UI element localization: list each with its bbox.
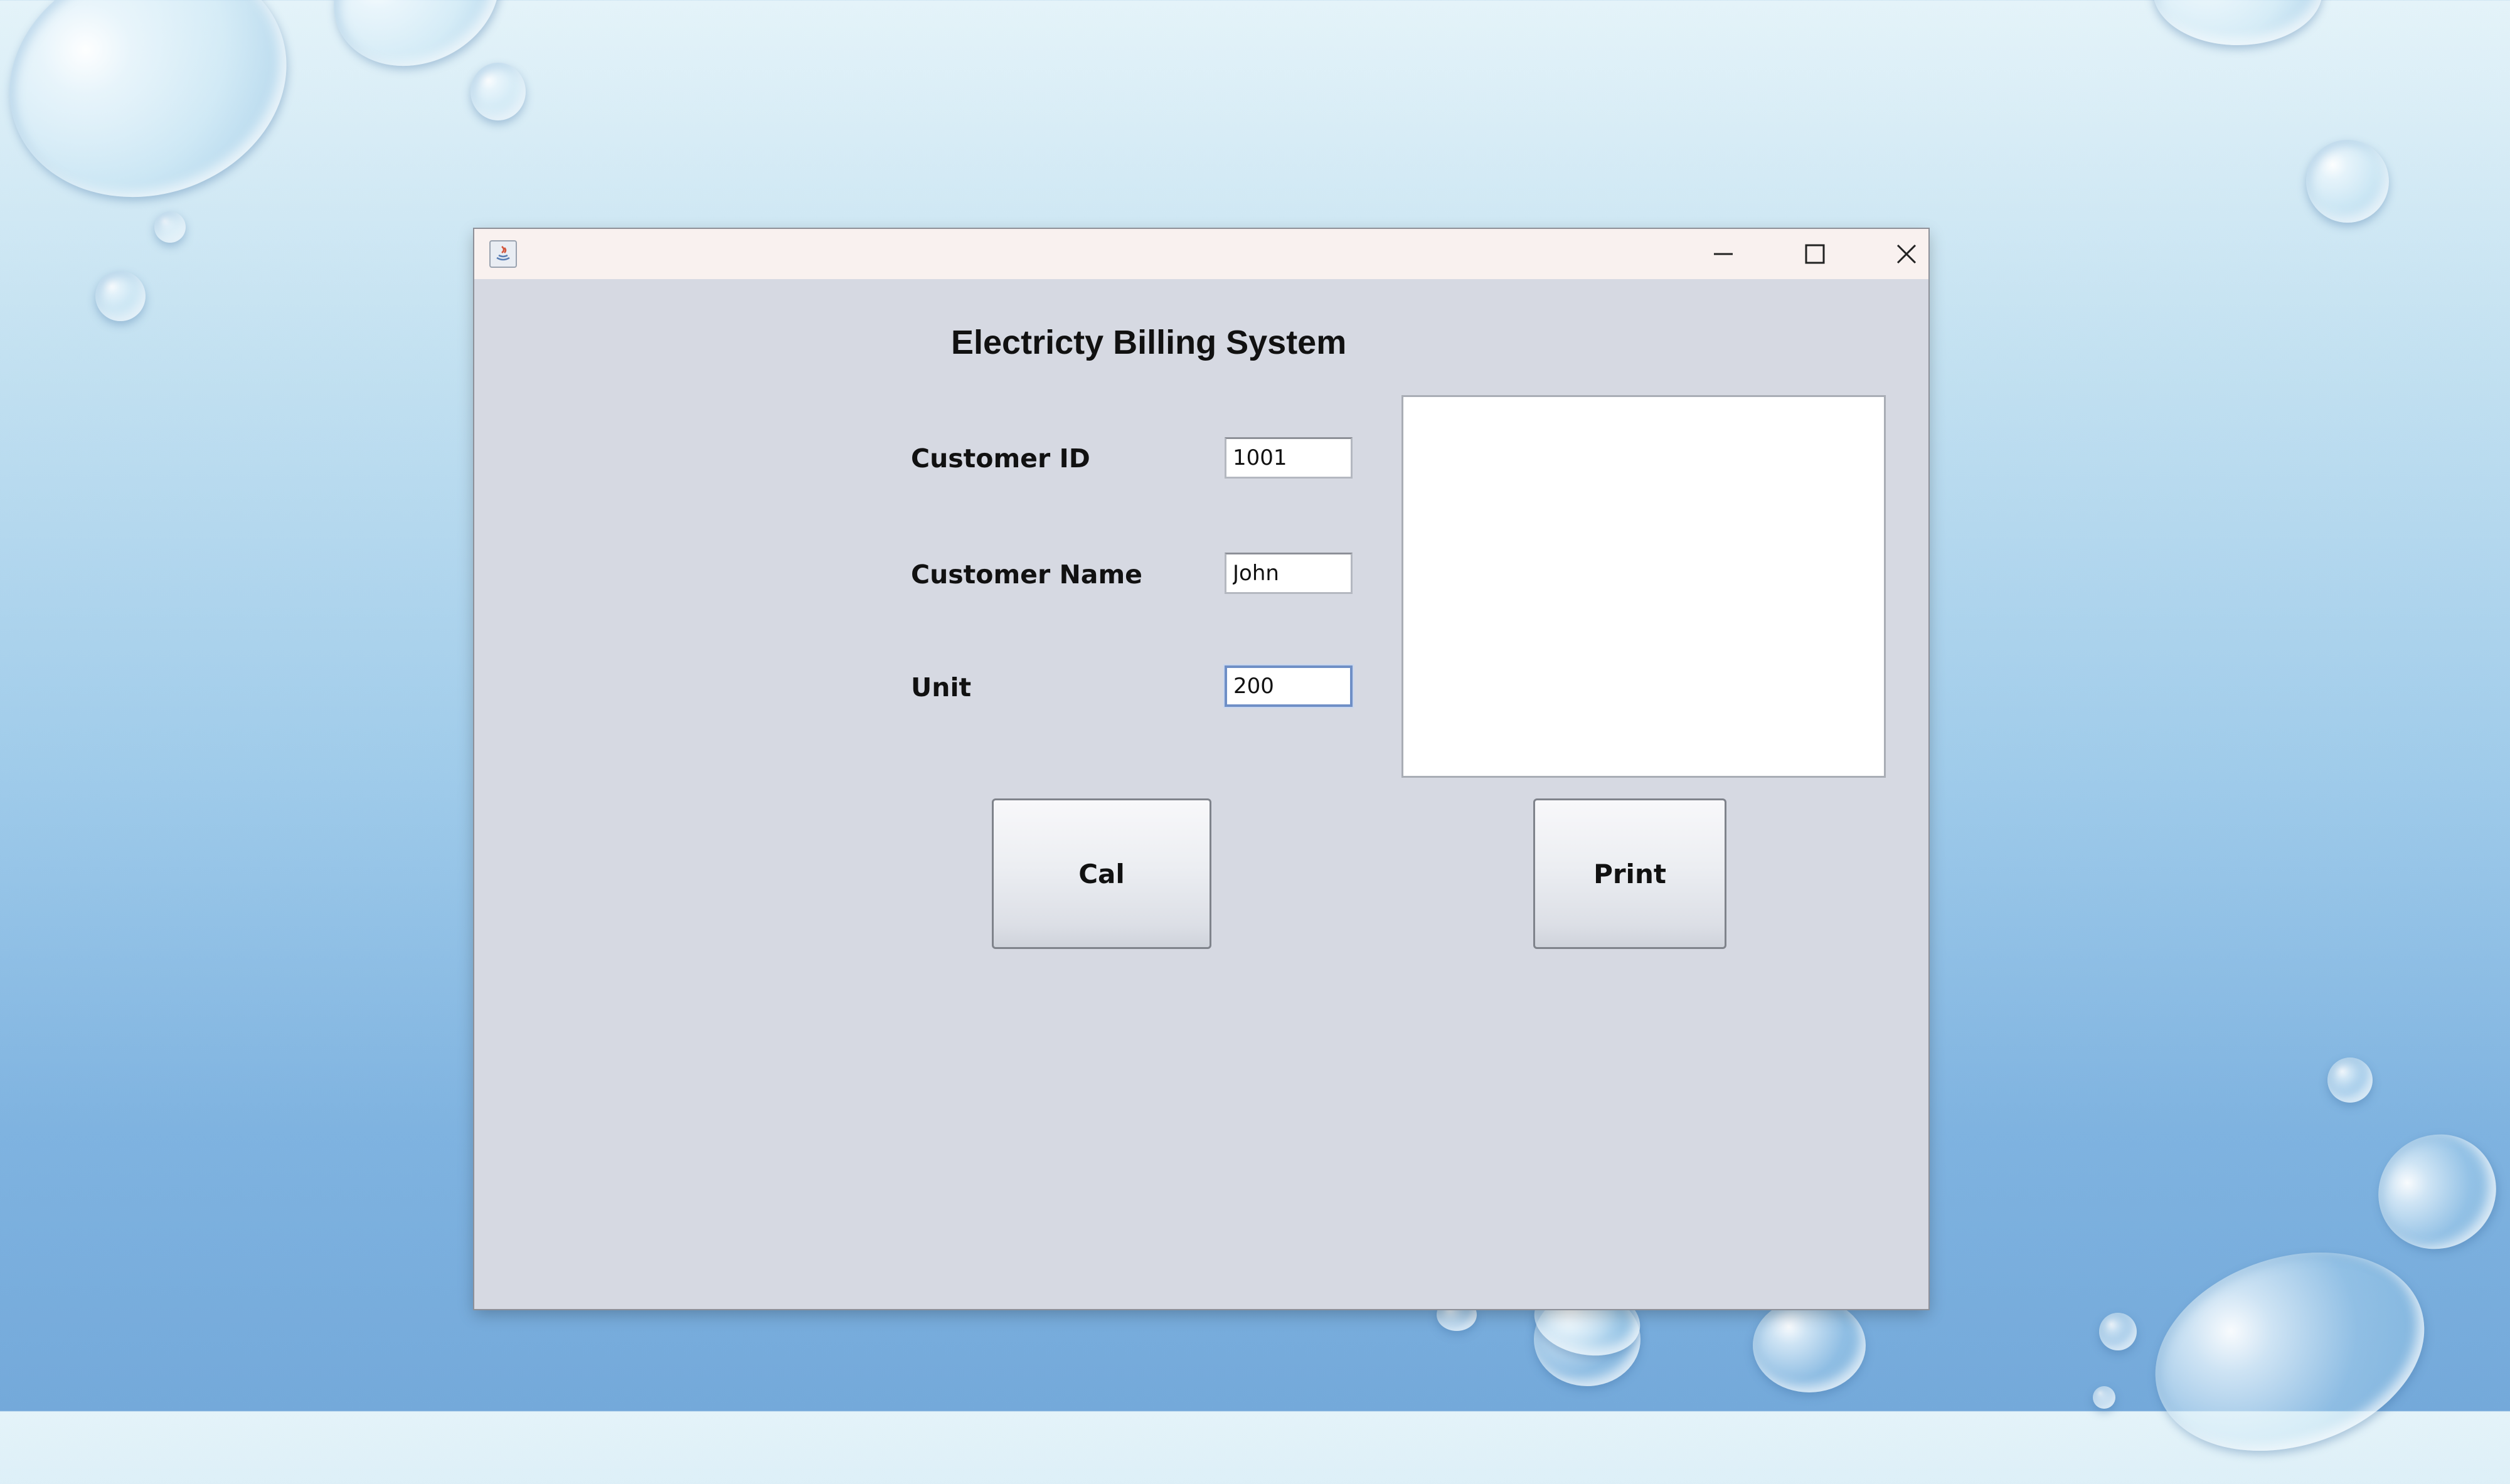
background-droplet	[2129, 1219, 2450, 1484]
background-droplet	[2306, 140, 2389, 223]
customer-name-label: Customer Name	[911, 559, 1142, 590]
background-droplet	[2093, 1386, 2115, 1409]
cal-button[interactable]: Cal	[992, 798, 1211, 949]
background-droplet	[154, 211, 186, 243]
background-droplet	[2099, 1313, 2137, 1350]
background-droplet	[0, 0, 318, 233]
customer-name-field[interactable]	[1225, 553, 1353, 594]
close-button[interactable]	[1861, 229, 1952, 279]
background-droplet	[2327, 1057, 2373, 1103]
print-button[interactable]: Print	[1533, 798, 1726, 949]
minimize-icon	[1714, 253, 1733, 255]
unit-label: Unit	[911, 672, 972, 702]
print-button-label: Print	[1593, 858, 1666, 889]
customer-id-field[interactable]	[1225, 437, 1353, 479]
maximize-button[interactable]	[1769, 229, 1861, 279]
bill-output-area[interactable]	[1401, 395, 1886, 778]
background-droplet	[95, 271, 146, 321]
maximize-icon	[1805, 244, 1825, 264]
minimize-button[interactable]	[1678, 229, 1769, 279]
cal-button-label: Cal	[1078, 858, 1125, 889]
background-droplet	[2153, 0, 2322, 45]
page-title: Electricty Billing System	[951, 324, 1347, 361]
application-window: Electricty Billing System Customer ID Cu…	[474, 229, 1928, 1309]
java-app-icon[interactable]	[489, 240, 517, 268]
unit-field[interactable]	[1225, 665, 1353, 707]
customer-id-label: Customer ID	[911, 443, 1090, 474]
background-droplet	[471, 63, 526, 120]
title-bar[interactable]	[474, 229, 1928, 279]
background-droplet	[2357, 1113, 2510, 1271]
background-droplet	[1753, 1298, 1866, 1392]
close-icon	[1896, 244, 1917, 264]
